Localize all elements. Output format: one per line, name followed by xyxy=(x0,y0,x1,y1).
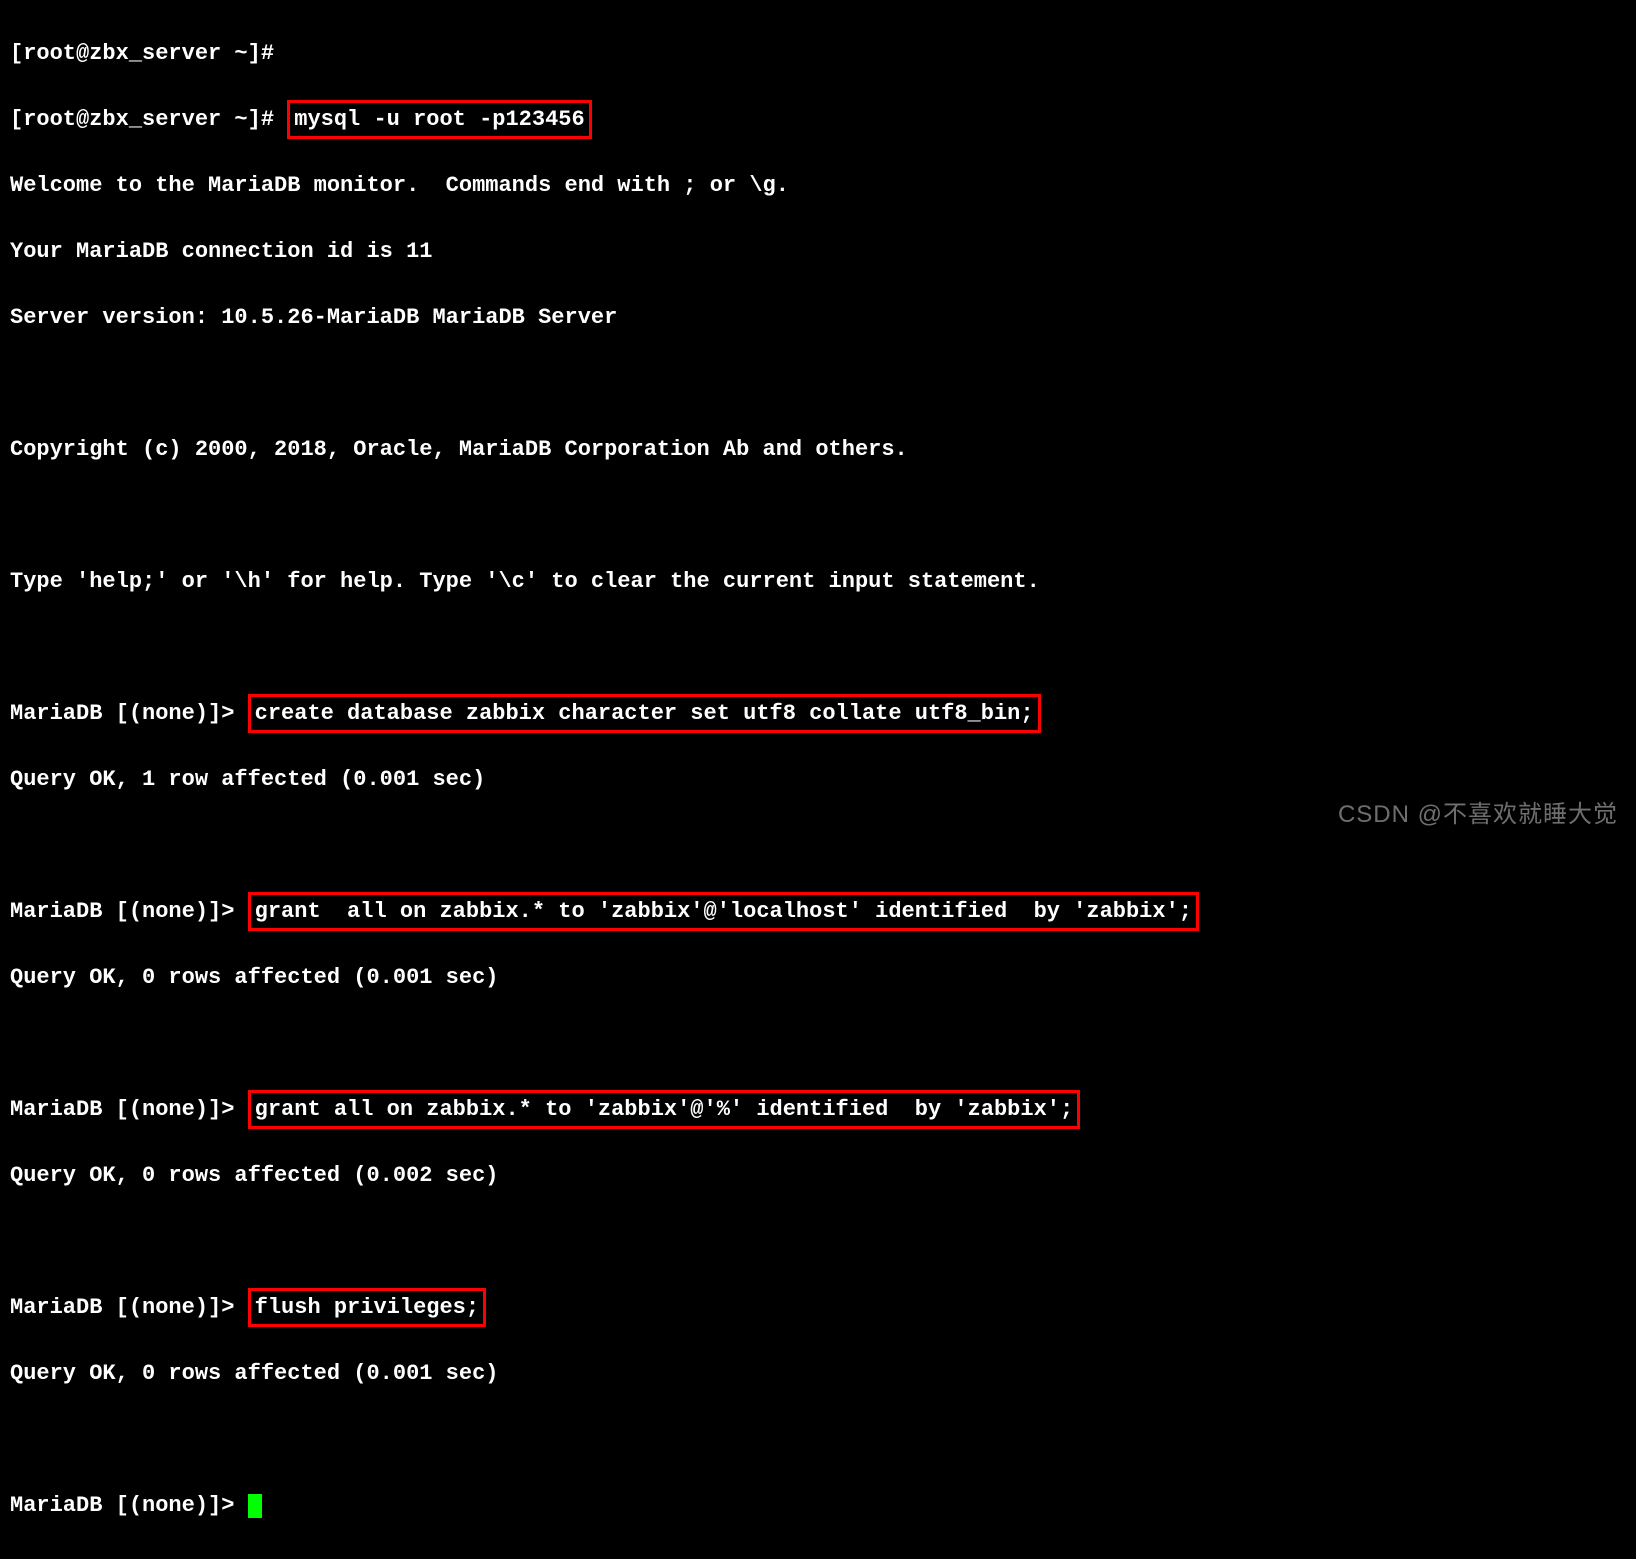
mariadb-prompt: MariaDB [(none)]> xyxy=(10,1097,248,1122)
terminal-cursor xyxy=(248,1494,262,1518)
output-line: Query OK, 0 rows affected (0.002 sec) xyxy=(10,1159,1626,1192)
blank-line xyxy=(10,367,1626,400)
mariadb-command-line: MariaDB [(none)]> grant all on zabbix.* … xyxy=(10,895,1626,928)
mariadb-prompt: MariaDB [(none)]> xyxy=(10,899,248,924)
highlighted-command-grant-localhost: grant all on zabbix.* to 'zabbix'@'local… xyxy=(248,892,1199,931)
mariadb-command-line: MariaDB [(none)]> grant all on zabbix.* … xyxy=(10,1093,1626,1126)
shell-prompt: [root@zbx_server ~]# xyxy=(10,107,287,132)
output-line: Query OK, 0 rows affected (0.001 sec) xyxy=(10,961,1626,994)
mariadb-command-line: MariaDB [(none)]> flush privileges; xyxy=(10,1291,1626,1324)
blank-line xyxy=(10,1423,1626,1456)
mariadb-prompt: MariaDB [(none)]> xyxy=(10,1295,248,1320)
output-line: Welcome to the MariaDB monitor. Commands… xyxy=(10,169,1626,202)
csdn-watermark: CSDN @不喜欢就睡大觉 xyxy=(1338,797,1618,833)
mariadb-prompt: MariaDB [(none)]> xyxy=(10,1493,248,1518)
blank-line xyxy=(10,829,1626,862)
shell-prompt-line: [root@zbx_server ~]# xyxy=(10,37,1626,70)
output-line: Query OK, 0 rows affected (0.001 sec) xyxy=(10,1357,1626,1390)
blank-line xyxy=(10,1027,1626,1060)
highlighted-command-grant-any: grant all on zabbix.* to 'zabbix'@'%' id… xyxy=(248,1090,1081,1129)
output-line: Type 'help;' or '\h' for help. Type '\c'… xyxy=(10,565,1626,598)
mariadb-command-line: MariaDB [(none)]> create database zabbix… xyxy=(10,697,1626,730)
highlighted-command-mysql: mysql -u root -p123456 xyxy=(287,100,591,139)
mariadb-prompt-line: MariaDB [(none)]> xyxy=(10,1489,1626,1522)
mariadb-prompt: MariaDB [(none)]> xyxy=(10,701,248,726)
output-line: Server version: 10.5.26-MariaDB MariaDB … xyxy=(10,301,1626,334)
terminal-output[interactable]: [root@zbx_server ~]# [root@zbx_server ~]… xyxy=(0,0,1636,1559)
blank-line xyxy=(10,631,1626,664)
blank-line xyxy=(10,499,1626,532)
highlighted-command-flush: flush privileges; xyxy=(248,1288,486,1327)
blank-line xyxy=(10,1225,1626,1258)
output-line: Your MariaDB connection id is 11 xyxy=(10,235,1626,268)
output-line: Query OK, 1 row affected (0.001 sec) xyxy=(10,763,1626,796)
output-line: Copyright (c) 2000, 2018, Oracle, MariaD… xyxy=(10,433,1626,466)
shell-prompt: [root@zbx_server ~]# xyxy=(10,41,287,66)
shell-command-line: [root@zbx_server ~]# mysql -u root -p123… xyxy=(10,103,1626,136)
highlighted-command-create-db: create database zabbix character set utf… xyxy=(248,694,1041,733)
